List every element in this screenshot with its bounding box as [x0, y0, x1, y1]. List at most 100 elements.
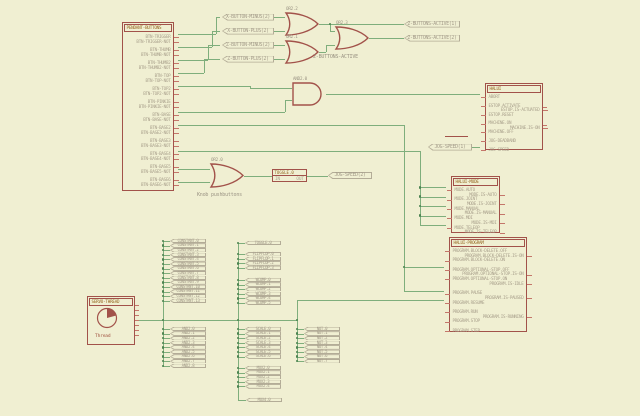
- net-flag-constant-6[interactable]: CONSTANT.6: [170, 266, 206, 271]
- pendant-buttons-block[interactable]: PENDANT-BUTTONS BTN-TRIGGERBTN-TRIGGER-N…: [122, 22, 174, 191]
- pendant-pin[interactable]: BTN-BASE2-NOT: [123, 130, 173, 135]
- net-flag-not-1[interactable]: NOT.1: [304, 331, 340, 336]
- net-flag-and2-1[interactable]: AND2.1: [170, 331, 206, 336]
- net-flag-not-2[interactable]: NOT.2: [304, 336, 340, 341]
- net-flag-mux2-1[interactable]: MUX2.1: [245, 370, 281, 375]
- net-flag-constant-7[interactable]: CONSTANT.7: [170, 271, 206, 276]
- net-flag-jog-speed-1[interactable]: JOG-SPEED(1): [428, 144, 472, 151]
- net-flag-scale-5[interactable]: SCALE.5: [245, 350, 281, 355]
- and-gate-and2-0[interactable]: [292, 82, 326, 106]
- pendant-pin-pair[interactable]: BTN-BASEBTN-BASE-NOT: [123, 112, 173, 125]
- pendant-pin-pair[interactable]: BTN-TOP2BTN-TOP2-NOT: [123, 86, 173, 99]
- net-flag-constant-4[interactable]: CONSTANT.4: [170, 257, 206, 262]
- net-flag-mux2-2[interactable]: MUX2.2: [245, 375, 281, 380]
- pendant-pin-pair[interactable]: BTN-BASE3BTN-BASE3-NOT: [123, 138, 173, 151]
- net-flag-flipflop-1[interactable]: FLIPFLOP.1: [245, 257, 281, 262]
- net-flag-2-buttons-active-1[interactable]: 2-BUTTONS-ACTIVE(1): [404, 21, 460, 28]
- net-flag-flipflop-2[interactable]: FLIPFLOP.2: [245, 261, 281, 266]
- servo-thread-block[interactable]: SERVO-THREAD Thread: [87, 296, 135, 345]
- pendant-pin[interactable]: BTN-TRIGGER-NOT: [123, 39, 173, 44]
- pendant-pin-pair[interactable]: BTN-BASE5BTN-BASE5-NOT: [123, 164, 173, 177]
- or-gate-or2-3[interactable]: [335, 26, 369, 50]
- net-flag-scale-1[interactable]: SCALE.1: [245, 331, 281, 336]
- pendant-pin[interactable]: BTN-BASE5-NOT: [123, 169, 173, 174]
- net-flag-not-6[interactable]: NOT.6: [304, 354, 340, 359]
- pendant-pin[interactable]: BTN-BASE3-NOT: [123, 143, 173, 148]
- net-flag-constant-12[interactable]: CONSTANT.12: [170, 294, 206, 299]
- net-flag-scale-0[interactable]: SCALE.0: [245, 327, 281, 332]
- net-flag-and2-8[interactable]: AND2.8: [170, 364, 206, 369]
- pendant-pin-pair[interactable]: BTN-THUMB2BTN-THUMB2-NOT: [123, 60, 173, 73]
- net-flag-wcomp-5[interactable]: WCOMP.5: [245, 301, 281, 306]
- net-flag-and2-4[interactable]: AND2.4: [170, 345, 206, 350]
- net-flag-wcomp-2[interactable]: WCOMP.2: [245, 287, 281, 292]
- net-flag-scale-6[interactable]: SCALE.6: [245, 354, 281, 359]
- or-gate-or2-1[interactable]: [285, 40, 319, 64]
- net-flag-toggle-0[interactable]: TOGGLE.0: [245, 241, 281, 246]
- pendant-pin-pair[interactable]: BTN-TRIGGERBTN-TRIGGER-NOT: [123, 34, 173, 47]
- net-flag-scale-3[interactable]: SCALE.3: [245, 341, 281, 346]
- pendant-pin-pair[interactable]: BTN-PINKIEBTN-PINKIE-NOT: [123, 99, 173, 112]
- pendant-pin-pair[interactable]: BTN-BASE4BTN-BASE4-NOT: [123, 151, 173, 164]
- pendant-pin[interactable]: BTN-TOP-NOT: [123, 78, 173, 83]
- net-flag-constant-10[interactable]: CONSTANT.10: [170, 285, 206, 290]
- pendant-pin[interactable]: BTN-PINKIE-NOT: [123, 104, 173, 109]
- net-flag-flipflop-3[interactable]: FLIPFLOP.3: [245, 266, 281, 271]
- pendant-pin[interactable]: BTN-THUMB2-NOT: [123, 65, 173, 70]
- net-flag-and2-6[interactable]: AND2.6: [170, 354, 206, 359]
- net-flag-x-button-minus[interactable]: X-BUTTON-MINUS(2): [222, 14, 274, 21]
- pin-row[interactable]: PROGRAM.STEP: [450, 329, 526, 334]
- or-gate-or2-2[interactable]: [285, 12, 319, 36]
- pendant-pin-pair[interactable]: BTN-BASE2BTN-BASE2-NOT: [123, 125, 173, 138]
- net-flag-constant-1[interactable]: CONSTANT.1: [170, 243, 206, 248]
- net-flag-mux2-3[interactable]: MUX2.3: [245, 380, 281, 385]
- halui-mode-block[interactable]: HALUI-MODE MODE.AUTOMODE.IS-AUTOMODE.JOI…: [451, 176, 500, 233]
- net-flag-and2-3[interactable]: AND2.3: [170, 341, 206, 346]
- net-flag-not-0[interactable]: NOT.0: [304, 327, 340, 332]
- net-flag-wcomp-4[interactable]: WCOMP.4: [245, 296, 281, 301]
- net-flag-z-button-plus[interactable]: Z-BUTTON-PLUS(2): [222, 56, 274, 63]
- pin-row[interactable]: JOG-SPEED: [486, 148, 542, 152]
- net-flag-constant-9[interactable]: CONSTANT.9: [170, 280, 206, 285]
- net-flag-mux4-0[interactable]: MUX4.0: [246, 398, 282, 403]
- net-flag-not-7[interactable]: NOT.7: [304, 359, 340, 364]
- net-flag-constant-8[interactable]: CONSTANT.8: [170, 276, 206, 281]
- net-flag-not-3[interactable]: NOT.3: [304, 341, 340, 346]
- net-flag-and2-7[interactable]: AND2.7: [170, 359, 206, 364]
- net-flag-flipflop-0[interactable]: FLIPFLOP.0: [245, 252, 281, 257]
- pendant-pin[interactable]: BTN-BASE-NOT: [123, 117, 173, 122]
- pendant-pin-pair[interactable]: BTN-THUMBBTN-THUMB-NOT: [123, 47, 173, 60]
- net-flag-wcomp-0[interactable]: WCOMP.0: [245, 278, 281, 283]
- pendant-pin-pair[interactable]: BTN-BASE6BTN-BASE6-NOT: [123, 177, 173, 190]
- net-flag-and2-2[interactable]: AND2.2: [170, 336, 206, 341]
- net-flag-scale-2[interactable]: SCALE.2: [245, 336, 281, 341]
- pendant-pin[interactable]: BTN-THUMB-NOT: [123, 52, 173, 57]
- net-flag-and2-0[interactable]: AND2.0: [170, 327, 206, 332]
- net-flag-constant-11[interactable]: CONSTANT.11: [170, 289, 206, 294]
- halui-block[interactable]: HALUI ABORTESTOP.ACTIVATEESTOP.IS-ACTUAT…: [485, 83, 543, 150]
- or-gate-or2-0[interactable]: [210, 163, 244, 188]
- net-flag-constant-13[interactable]: CONSTANT.13: [170, 299, 206, 304]
- net-flag-x-button-plus[interactable]: X-BUTTON-PLUS(2): [222, 28, 274, 35]
- halui-program-block[interactable]: HALUI-PROGRAM PROGRAM.BLOCK-DELETE.OFFPR…: [449, 237, 527, 332]
- net-flag-constant-5[interactable]: CONSTANT.5: [170, 262, 206, 267]
- pendant-pin-pair[interactable]: BTN-TOPBTN-TOP-NOT: [123, 73, 173, 86]
- pendant-pin[interactable]: BTN-TOP2-NOT: [123, 91, 173, 96]
- net-flag-and2-5[interactable]: AND2.5: [170, 350, 206, 355]
- net-flag-constant-0[interactable]: CONSTANT.0: [170, 239, 206, 244]
- net-flag-constant-2[interactable]: CONSTANT.2: [170, 248, 206, 253]
- pendant-pin[interactable]: BTN-BASE4-NOT: [123, 156, 173, 161]
- net-flag-wcomp-3[interactable]: WCOMP.3: [245, 292, 281, 297]
- pin-row[interactable]: MODE.IS-TELEOP: [452, 230, 499, 235]
- net-flag-z-button-minus[interactable]: Z-BUTTON-MINUS(2): [222, 42, 274, 49]
- toggle-component[interactable]: TOGGLE.0 IN OUT: [272, 169, 307, 182]
- net-flag-not-5[interactable]: NOT.5: [304, 350, 340, 355]
- net-flag-constant-3[interactable]: CONSTANT.3: [170, 253, 206, 258]
- net-flag-2-buttons-active-2[interactable]: 2-BUTTONS-ACTIVE(2): [404, 35, 460, 42]
- net-flag-mux2-0[interactable]: MUX2.0: [245, 366, 281, 371]
- pendant-pin[interactable]: BTN-BASE6-NOT: [123, 182, 173, 187]
- net-flag-jog-speed-2[interactable]: JOG-SPEED(2): [328, 172, 372, 179]
- net-flag-scale-4[interactable]: SCALE.4: [245, 345, 281, 350]
- net-flag-not-4[interactable]: NOT.4: [304, 345, 340, 350]
- net-flag-mux2-4[interactable]: MUX2.4: [245, 384, 281, 389]
